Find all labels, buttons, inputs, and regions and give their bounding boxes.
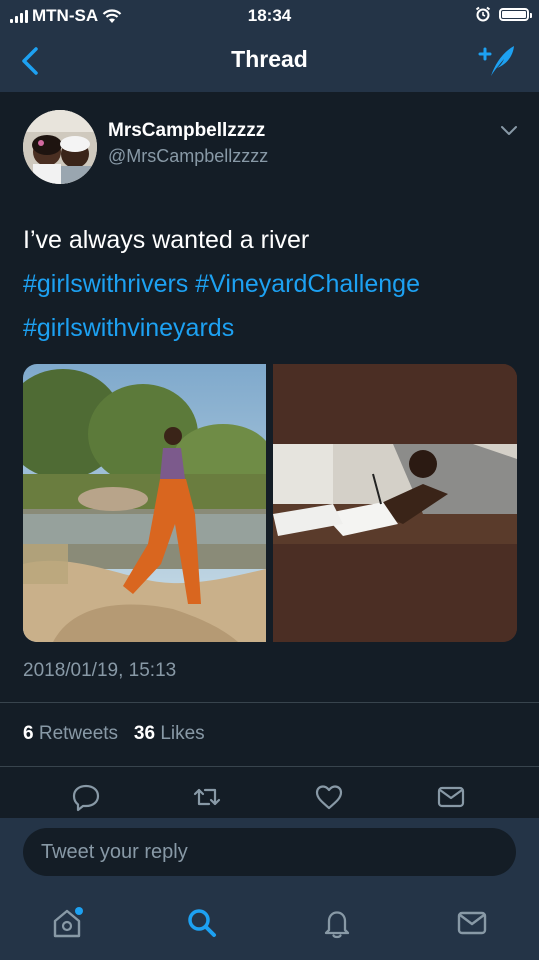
reply-input[interactable]	[23, 828, 516, 876]
user-handle[interactable]: @MrsCampbellzzzz	[108, 146, 268, 167]
envelope-icon[interactable]	[455, 906, 489, 940]
engagement-counts: 6 Retweets 36 Likes	[23, 723, 205, 745]
likes-count[interactable]: 36	[134, 723, 155, 744]
hashtag-link[interactable]: #VineyardChallenge	[195, 270, 420, 298]
chevron-down-icon[interactable]	[499, 124, 519, 138]
hashtag-link[interactable]: #girlswithrivers	[23, 270, 188, 298]
media-grid	[23, 364, 517, 642]
photo-river[interactable]	[23, 364, 266, 642]
search-icon[interactable]	[185, 906, 219, 940]
bell-icon[interactable]	[320, 906, 354, 940]
top-bar: MTN-SA 18:34 Thread	[0, 0, 539, 92]
heart-icon[interactable]	[314, 782, 344, 812]
compose-tweet-icon[interactable]	[477, 42, 517, 80]
reply-bar	[0, 818, 539, 884]
hashtag-link[interactable]: #girlswithvineyards	[23, 314, 234, 342]
divider	[0, 702, 539, 703]
tab-bar	[0, 884, 539, 960]
home-icon[interactable]	[50, 906, 84, 940]
avatar[interactable]	[23, 110, 97, 184]
retweets-label[interactable]: Retweets	[39, 723, 118, 744]
divider	[0, 766, 539, 767]
retweets-count[interactable]: 6	[23, 723, 34, 744]
tweet-actions	[0, 782, 539, 818]
tweet-text: I’ve always wanted a river #girlswithriv…	[23, 218, 523, 350]
status-bar: MTN-SA 18:34	[0, 0, 539, 30]
nav-bar: Thread	[0, 30, 539, 92]
clock: 18:34	[247, 6, 292, 25]
battery-icon	[499, 7, 532, 21]
tweet-body: I’ve always wanted a river	[23, 226, 310, 254]
tweet-timestamp: 2018/01/19, 15:13	[23, 660, 177, 681]
reply-icon[interactable]	[71, 782, 101, 812]
page-title: Thread	[231, 46, 308, 72]
display-name[interactable]: MrsCampbellzzzz	[108, 120, 265, 142]
alarm-icon	[475, 6, 491, 22]
photo-signing[interactable]	[273, 364, 517, 642]
retweet-icon[interactable]	[192, 782, 222, 812]
likes-label[interactable]: Likes	[160, 723, 204, 744]
envelope-icon[interactable]	[436, 782, 466, 812]
